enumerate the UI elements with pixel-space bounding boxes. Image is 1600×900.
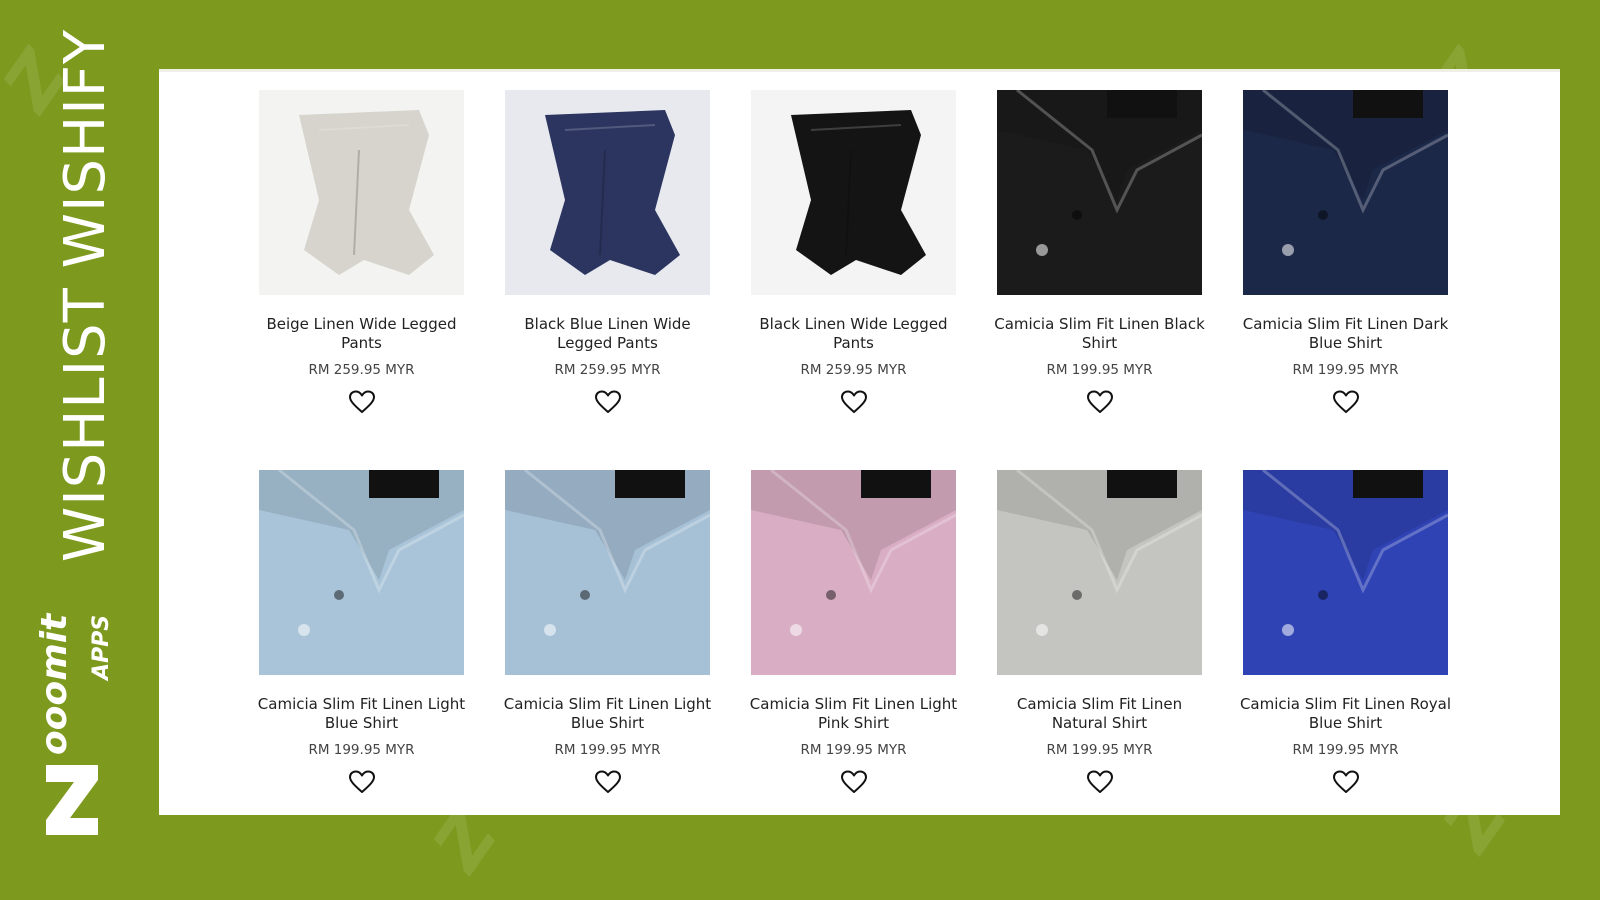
- product-title[interactable]: Camicia Slim Fit Linen Dark Blue Shirt: [1238, 315, 1453, 353]
- product-price: RM 259.95 MYR: [308, 362, 415, 378]
- heart-icon[interactable]: [594, 770, 621, 794]
- product-image[interactable]: [1243, 470, 1448, 675]
- product-card[interactable]: Camicia Slim Fit Linen Black Shirt RM 19…: [994, 90, 1205, 429]
- product-title[interactable]: Beige Linen Wide Legged Pants: [254, 315, 469, 353]
- product-image[interactable]: [259, 470, 464, 675]
- product-price: RM 199.95 MYR: [800, 742, 907, 758]
- product-image[interactable]: [505, 470, 710, 675]
- heart-icon[interactable]: [840, 770, 867, 794]
- product-price: RM 199.95 MYR: [1046, 362, 1153, 378]
- product-image[interactable]: [259, 90, 464, 295]
- product-image[interactable]: [751, 90, 956, 295]
- product-image[interactable]: [751, 470, 956, 675]
- product-card[interactable]: Camicia Slim Fit Linen Royal Blue Shirt …: [1240, 470, 1451, 809]
- heart-icon[interactable]: [594, 390, 621, 414]
- product-price: RM 259.95 MYR: [554, 362, 661, 378]
- wishlist-panel: Beige Linen Wide Legged Pants RM 259.95 …: [159, 69, 1560, 815]
- product-image[interactable]: [997, 90, 1202, 295]
- product-price: RM 199.95 MYR: [308, 742, 415, 758]
- product-title[interactable]: Camicia Slim Fit Linen Natural Shirt: [992, 695, 1207, 733]
- product-title[interactable]: Black Blue Linen Wide Legged Pants: [500, 315, 715, 353]
- product-price: RM 199.95 MYR: [554, 742, 661, 758]
- product-card[interactable]: Black Blue Linen Wide Legged Pants RM 25…: [505, 90, 710, 429]
- heart-icon[interactable]: [348, 390, 375, 414]
- svg-text:ooomit: ooomit: [34, 612, 75, 755]
- product-price: RM 199.95 MYR: [1292, 742, 1399, 758]
- product-card[interactable]: Camicia Slim Fit Linen Dark Blue Shirt R…: [1243, 90, 1448, 429]
- heart-icon[interactable]: [840, 390, 867, 414]
- heart-icon[interactable]: [1086, 390, 1113, 414]
- product-card[interactable]: Beige Linen Wide Legged Pants RM 259.95 …: [259, 90, 464, 429]
- product-title[interactable]: Camicia Slim Fit Linen Black Shirt: [992, 315, 1207, 353]
- product-image[interactable]: [1243, 90, 1448, 295]
- product-title[interactable]: Camicia Slim Fit Linen Light Blue Shirt: [254, 695, 469, 733]
- product-price: RM 259.95 MYR: [800, 362, 907, 378]
- product-title[interactable]: Black Linen Wide Legged Pants: [746, 315, 961, 353]
- product-title[interactable]: Camicia Slim Fit Linen Royal Blue Shirt: [1238, 695, 1453, 733]
- product-card[interactable]: Camicia Slim Fit Linen Light Blue Shirt …: [258, 470, 465, 809]
- product-image[interactable]: [997, 470, 1202, 675]
- svg-text:APPS: APPS: [89, 615, 114, 682]
- product-card[interactable]: Camicia Slim Fit Linen Light Blue Shirt …: [504, 470, 711, 809]
- side-title-text: WISHLIST WISHIFY: [53, 28, 119, 562]
- product-price: RM 199.95 MYR: [1046, 742, 1153, 758]
- heart-icon[interactable]: [348, 770, 375, 794]
- product-price: RM 199.95 MYR: [1292, 362, 1399, 378]
- heart-icon[interactable]: [1332, 770, 1359, 794]
- product-card[interactable]: Camicia Slim Fit Linen Light Pink Shirt …: [750, 470, 957, 809]
- product-title[interactable]: Camicia Slim Fit Linen Light Pink Shirt: [746, 695, 961, 733]
- heart-icon[interactable]: [1086, 770, 1113, 794]
- product-image[interactable]: [505, 90, 710, 295]
- product-card[interactable]: Camicia Slim Fit Linen Natural Shirt RM …: [997, 470, 1202, 809]
- product-card[interactable]: Black Linen Wide Legged Pants RM 259.95 …: [751, 90, 956, 429]
- product-title[interactable]: Camicia Slim Fit Linen Light Blue Shirt: [500, 695, 715, 733]
- side-title: WISHLIST WISHIFY: [54, 28, 119, 561]
- product-grid: Beige Linen Wide Legged Pants RM 259.95 …: [258, 90, 1451, 809]
- zooomit-apps-logo: ooomit APPS: [28, 590, 128, 850]
- heart-icon[interactable]: [1332, 390, 1359, 414]
